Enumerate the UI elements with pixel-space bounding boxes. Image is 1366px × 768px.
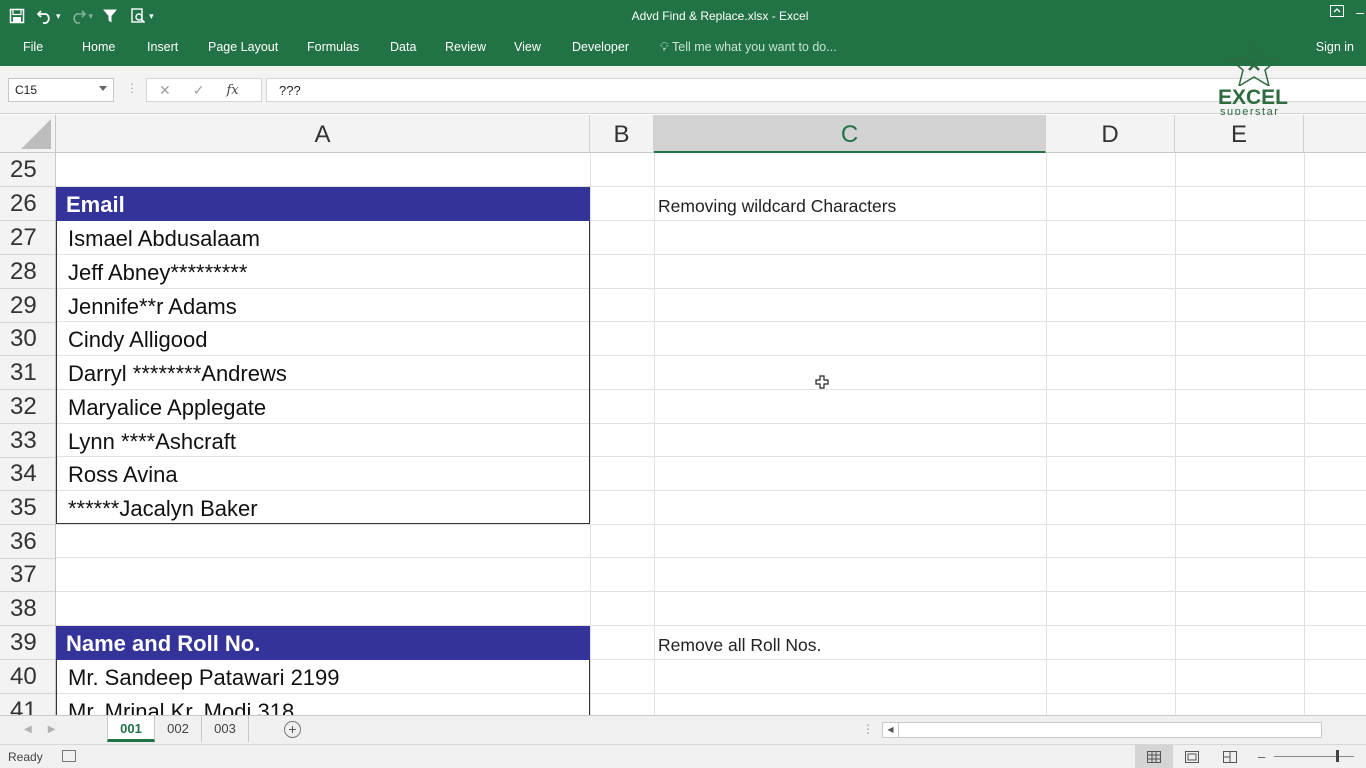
row-headers: 25 26 27 28 29 30 31 32 33 34 35 36 37 3… <box>0 153 56 715</box>
column-header-c[interactable]: C <box>654 115 1046 153</box>
excel-superstar-logo: EXCEL superstar <box>1214 40 1294 120</box>
view-switcher <box>1135 745 1249 768</box>
row-header[interactable]: 37 <box>0 558 55 592</box>
roll-table-border <box>56 660 590 715</box>
column-header-a[interactable]: A <box>56 115 590 153</box>
tab-splitter[interactable]: ⋮ <box>862 722 874 736</box>
tell-me-box[interactable]: 💡︎ Tell me what you want to do... <box>660 40 837 55</box>
row-header[interactable]: 36 <box>0 525 55 559</box>
sheet-tab-003[interactable]: 003 <box>202 716 249 742</box>
lightbulb-icon: 💡︎ <box>660 40 669 54</box>
formula-buttons: ✕ ✓ fx <box>146 78 262 102</box>
name-box-dropdown-icon[interactable] <box>99 86 107 91</box>
tell-me-label: Tell me what you want to do... <box>672 40 837 54</box>
tab-view[interactable]: View <box>514 40 541 54</box>
horizontal-scrollbar[interactable]: ◀ <box>882 722 1322 738</box>
formula-bar-splitter[interactable]: ⋮ <box>126 81 138 95</box>
minimize-icon[interactable]: – <box>1356 4 1364 20</box>
email-table-border <box>56 221 590 524</box>
select-all-button[interactable] <box>0 115 56 153</box>
row-header[interactable]: 41 <box>0 694 55 715</box>
status-ready: Ready <box>8 750 43 764</box>
cell-c26[interactable]: Removing wildcard Characters <box>658 187 896 221</box>
enter-icon[interactable]: ✓ <box>193 82 205 99</box>
row-header[interactable]: 30 <box>0 322 55 356</box>
sheet-tab-bar: ◀▶ 001 002 003 + ⋮ ◀ <box>0 715 1366 744</box>
add-sheet-button[interactable]: + <box>284 721 301 738</box>
page-break-view-icon[interactable] <box>1211 745 1249 768</box>
row-header[interactable]: 25 <box>0 153 55 187</box>
column-header-f[interactable] <box>1304 115 1366 153</box>
row-header[interactable]: 31 <box>0 356 55 390</box>
normal-view-icon[interactable] <box>1135 745 1173 768</box>
tab-file[interactable]: File <box>23 40 43 54</box>
page-layout-view-icon[interactable] <box>1173 745 1211 768</box>
sheet-tab-002[interactable]: 002 <box>155 716 202 742</box>
star-icon <box>1228 40 1280 88</box>
row-header[interactable]: 39 <box>0 626 55 660</box>
cell-c39[interactable]: Remove all Roll Nos. <box>658 626 821 660</box>
ribbon-display-options-icon[interactable] <box>1330 4 1344 20</box>
row-header[interactable]: 38 <box>0 592 55 626</box>
cancel-icon[interactable]: ✕ <box>159 82 171 99</box>
tab-page-layout[interactable]: Page Layout <box>208 40 278 54</box>
row-header[interactable]: 29 <box>0 289 55 323</box>
row-header[interactable]: 35 <box>0 491 55 525</box>
name-box[interactable]: C15 <box>8 78 114 102</box>
tab-insert[interactable]: Insert <box>147 40 178 54</box>
insert-function-icon[interactable]: fx <box>226 83 238 98</box>
macro-record-icon[interactable] <box>62 750 76 762</box>
name-box-value: C15 <box>15 83 38 97</box>
tab-home[interactable]: Home <box>82 40 115 54</box>
sign-in-link[interactable]: Sign in <box>1316 40 1354 54</box>
zoom-out-icon[interactable]: – <box>1258 749 1265 764</box>
column-header-e[interactable]: E <box>1175 115 1304 153</box>
ribbon-tabs: File Home Insert Page Layout Formulas Da… <box>0 33 1366 66</box>
row-header[interactable]: 27 <box>0 221 55 255</box>
tab-review[interactable]: Review <box>445 40 486 54</box>
row-header[interactable]: 34 <box>0 457 55 491</box>
column-header-d[interactable]: D <box>1046 115 1175 153</box>
cell-cursor-icon <box>815 375 829 389</box>
row-header[interactable]: 33 <box>0 424 55 458</box>
row-header[interactable]: 28 <box>0 255 55 289</box>
row-header[interactable]: 32 <box>0 390 55 424</box>
worksheet-grid[interactable]: Email Ismael Abdusalaam Jeff Abney******… <box>56 153 1366 715</box>
row-header[interactable]: 26 <box>0 187 55 221</box>
cell-a39-name-roll-header[interactable]: Name and Roll No. <box>56 626 590 660</box>
column-header-b[interactable]: B <box>590 115 654 153</box>
scroll-left-icon[interactable]: ◀ <box>883 723 899 737</box>
sheet-nav-arrows[interactable]: ◀▶ <box>24 724 71 735</box>
row-header[interactable]: 40 <box>0 660 55 694</box>
tab-developer[interactable]: Developer <box>572 40 629 54</box>
status-bar: Ready – <box>0 744 1366 768</box>
zoom-slider[interactable] <box>1274 756 1354 757</box>
column-headers: A B C D E <box>0 115 1366 153</box>
sheet-tab-001[interactable]: 001 <box>107 716 155 742</box>
window-title: Advd Find & Replace.xlsx - Excel <box>631 9 809 23</box>
tab-data[interactable]: Data <box>390 40 416 54</box>
formula-input[interactable]: ??? <box>266 78 1366 102</box>
formula-bar: C15 ⋮ ✕ ✓ fx ??? <box>0 66 1366 114</box>
tab-formulas[interactable]: Formulas <box>307 40 359 54</box>
zoom-slider-knob[interactable] <box>1336 750 1339 762</box>
title-bar: ▾ ▾ ▾ Advd Find & Replace.xlsx - Excel – <box>0 0 1366 33</box>
cell-a26-email-header[interactable]: Email <box>56 187 590 221</box>
